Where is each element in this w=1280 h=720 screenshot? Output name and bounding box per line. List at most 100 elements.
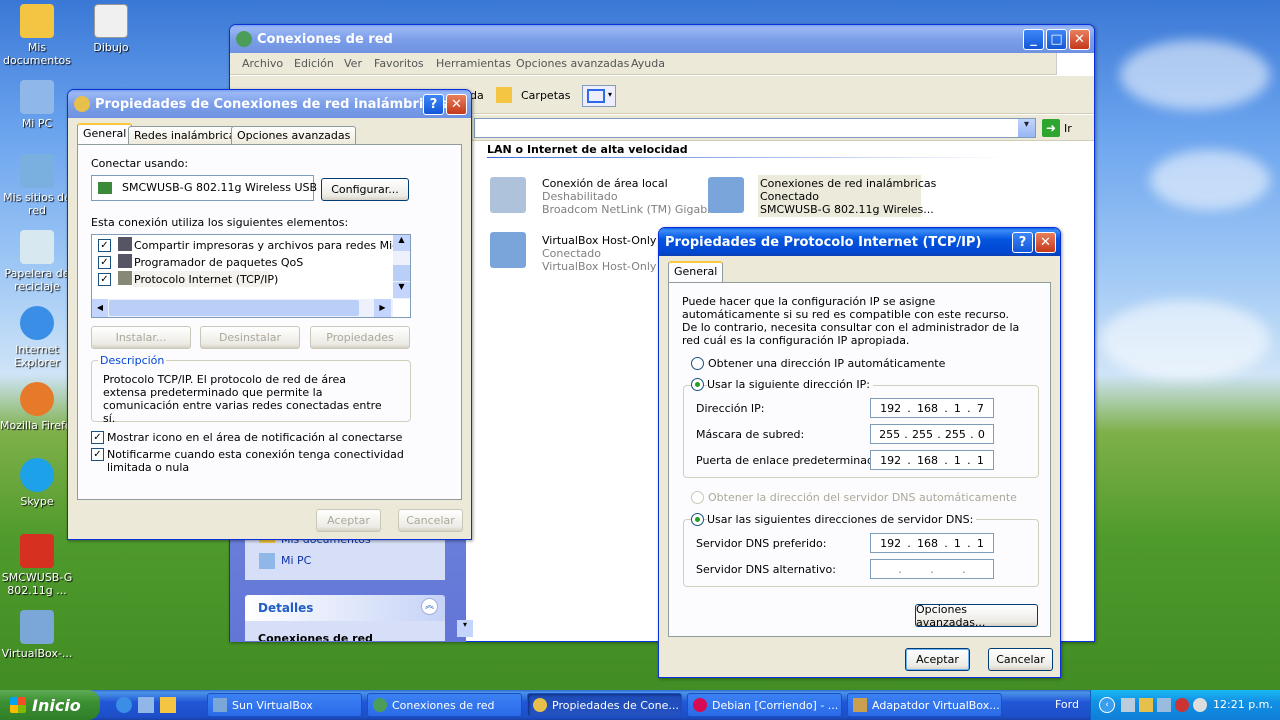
auto-dns-radio[interactable] [691,491,704,504]
tray-skype-icon[interactable] [1193,698,1207,712]
desktop-icon-network-places[interactable]: Mis sitios de red [0,154,74,217]
task-pane-scrollbar[interactable]: ▾ [457,620,473,637]
scroll-thumb[interactable] [393,265,410,281]
auto-ip-radio[interactable] [691,357,704,370]
tray-pen-icon[interactable] [1139,698,1153,712]
checkbox-qos[interactable]: ✓ [98,256,111,269]
connection-item-virtualbox[interactable]: VirtualBox Host-Only Ne Conectado Virtua… [488,230,678,273]
menu-herramientas[interactable]: Herramientas [436,57,511,70]
menu-archivo[interactable]: Archivo [242,57,283,70]
manual-ip-radio[interactable] [691,378,704,391]
desktop-icon-recycle-bin[interactable]: Papelera de reciclaje [0,230,74,293]
desktop-icon-firefox[interactable]: Mozilla Firefox [0,382,74,432]
task-debian[interactable]: Debian [Corriendo] - ... [687,693,842,717]
tab-opciones-avanzadas[interactable]: Opciones avanzadas [231,126,357,145]
configure-button[interactable]: Configurar... [321,178,409,201]
tray-expand-icon[interactable]: ‹ [1099,697,1115,713]
desktop-icon-virtualbox[interactable]: VirtualBox-... [0,610,74,660]
task-adaptador-virtualbox[interactable]: Adapatdor VirtualBox... [847,693,1002,717]
ok-button[interactable]: Aceptar [905,648,970,671]
tray-wireless-icon[interactable] [1157,698,1171,712]
go-arrow-icon[interactable]: ➜ [1042,119,1060,137]
elements-horizontal-scrollbar[interactable]: ◀ ▶ [92,299,393,317]
install-button[interactable]: Instalar... [91,326,191,349]
address-input[interactable] [474,118,1036,138]
notify-checkbox[interactable]: ✓ [91,448,104,461]
checkbox-sharing[interactable]: ✓ [98,239,111,252]
desktop-quicklaunch-icon[interactable] [138,697,154,713]
ie-quicklaunch-icon[interactable] [116,697,132,713]
preferred-dns-input[interactable]: 192. 168. 1. 1 [870,533,994,553]
desktop-icon-my-documents[interactable]: Mis documentos [0,4,74,67]
folders-button[interactable]: Carpetas [521,89,570,102]
menu-ayuda[interactable]: Ayuda [631,57,665,70]
wireless-dialog-title-bar[interactable]: Propiedades de Conexiones de red inalámb… [68,90,471,118]
desktop-icon-internet-explorer[interactable]: Internet Explorer [0,306,74,369]
menu-ver[interactable]: Ver [344,57,362,70]
desktop-icon-skype[interactable]: Skype [0,458,74,508]
task-conexiones-de-red[interactable]: Conexiones de red [367,693,522,717]
menu-favoritos[interactable]: Favoritos [374,57,424,70]
wireless-connection-icon [708,177,744,213]
tab-redes-inalambricas[interactable]: Redes inalámbricas [128,126,248,145]
elements-list[interactable]: ✓ Compartir impresoras y archivos para r… [91,234,411,318]
search-button-label[interactable]: da [470,89,484,102]
chevron-down-icon: ▾ [608,90,613,99]
link-mi-pc[interactable]: Mi PC [281,554,311,567]
scroll-up-button[interactable]: ▲ [393,235,410,251]
start-button[interactable]: Inicio [0,690,100,720]
go-button[interactable]: Ir [1064,122,1072,135]
tray-shield-icon[interactable] [1175,698,1189,712]
sharing-icon [118,237,132,251]
checkbox-tcpip[interactable]: ✓ [98,273,111,286]
tab-general[interactable]: General [668,261,724,282]
clock[interactable]: 12:21 p.m. [1213,698,1273,711]
menu-opciones-avanzadas[interactable]: Opciones avanzadas [516,57,629,70]
elements-vertical-scrollbar[interactable]: ▲ ▼ [393,235,410,299]
advanced-options-button[interactable]: Opciones avanzadas... [915,603,1038,629]
tcpip-properties-dialog[interactable]: Propiedades de Protocolo Internet (TCP/I… [658,227,1061,678]
explorer-title-bar[interactable]: Conexiones de red _ □ ✕ [230,25,1094,53]
minimize-button[interactable]: _ [1023,29,1044,50]
tcpip-dialog-title-bar[interactable]: Propiedades de Protocolo Internet (TCP/I… [659,228,1060,256]
task-propiedades[interactable]: Propiedades de Cone... [527,693,682,717]
cancel-button[interactable]: Cancelar [988,648,1053,671]
manual-ip-label: Usar la siguiente dirección IP: [707,378,873,391]
scroll-right-button[interactable]: ▶ [374,299,391,317]
uninstall-button[interactable]: Desinstalar [200,326,300,349]
ok-button[interactable]: Aceptar [316,509,381,532]
help-button[interactable]: ? [423,94,444,115]
address-dropdown-button[interactable]: ▾ [1018,119,1035,137]
scroll-left-button[interactable]: ◀ [92,299,108,317]
views-button[interactable]: ▾ [582,85,616,107]
close-button[interactable]: ✕ [446,94,467,115]
scroll-down-button[interactable]: ▼ [393,282,410,298]
connect-using-label: Conectar usando: [91,157,189,170]
properties-button[interactable]: Propiedades [310,326,410,349]
show-icon-checkbox[interactable]: ✓ [91,431,104,444]
wireless-properties-dialog[interactable]: Propiedades de Conexiones de red inalámb… [67,89,472,540]
connection-item-wireless[interactable]: Conexiones de red inalámbricas Conectado… [706,175,936,217]
connection-item-lan[interactable]: Conexión de área local Deshabilitado Bro… [488,175,725,217]
close-button[interactable]: ✕ [1069,29,1090,50]
maximize-button[interactable]: □ [1046,29,1067,50]
close-button[interactable]: ✕ [1035,232,1056,253]
menu-edicion[interactable]: Edición [294,57,334,70]
scroll-hthumb[interactable] [109,300,359,316]
collapse-chevron-icon[interactable]: ︽ [421,598,438,615]
tray-network-icon[interactable] [1121,698,1135,712]
help-button[interactable]: ? [1012,232,1033,253]
folder-quicklaunch-icon[interactable] [160,697,176,713]
subnet-mask-input[interactable]: 255. 255. 255. 0 [870,424,994,444]
manual-dns-radio[interactable] [691,513,704,526]
desktop-icon-smc-wireless[interactable]: SMCWUSB-G 802.11g ... [0,534,74,597]
alternate-dns-input[interactable]: . . . [870,559,994,579]
subnet-mask-label: Máscara de subred: [696,428,805,441]
ip-address-input[interactable]: 192. 168. 1. 7 [870,398,994,418]
gateway-input[interactable]: 192. 168. 1. 1 [870,450,994,470]
desktop-icon-my-pc[interactable]: Mi PC [0,80,74,130]
task-sun-virtualbox[interactable]: Sun VirtualBox [207,693,362,717]
desktop-icon-paint[interactable]: Dibujo [74,4,148,54]
tab-general[interactable]: General [77,123,133,144]
cancel-button[interactable]: Cancelar [398,509,463,532]
